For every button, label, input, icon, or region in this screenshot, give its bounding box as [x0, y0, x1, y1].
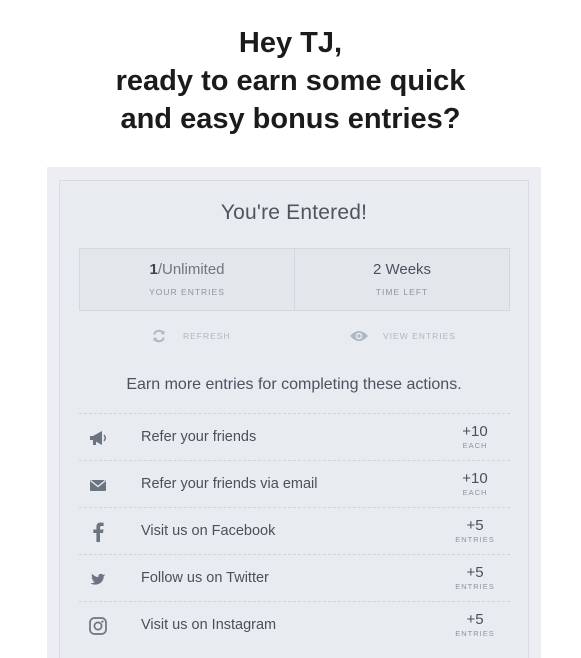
your-entries-stat: 1/Unlimited YOUR ENTRIES [80, 249, 294, 310]
points-value: +5 [466, 564, 484, 581]
entries-count: 1 [149, 261, 158, 278]
entries-limit: Unlimited [161, 261, 225, 278]
your-entries-label: YOUR ENTRIES [149, 287, 225, 297]
points-unit: ENTRIES [455, 582, 495, 591]
action-points: +10 EACH [452, 470, 498, 497]
view-entries-button[interactable]: VIEW ENTRIES [349, 326, 456, 346]
instagram-icon [87, 615, 109, 637]
twitter-icon [87, 568, 109, 590]
points-unit: EACH [462, 488, 488, 497]
eye-icon [349, 326, 369, 346]
points-unit: ENTRIES [455, 535, 495, 544]
refresh-button[interactable]: REFRESH [149, 326, 231, 346]
stats-panel: 1/Unlimited YOUR ENTRIES 2 Weeks TIME LE… [79, 248, 510, 311]
points-value: +10 [462, 470, 488, 487]
refresh-icon [149, 326, 169, 346]
action-label: Refer your friends via email [141, 476, 318, 492]
facebook-icon [87, 521, 109, 543]
time-left-value: 2 Weeks [372, 261, 432, 278]
points-unit: EACH [462, 441, 488, 450]
entered-title: You're Entered! [220, 201, 368, 224]
action-points: +5 ENTRIES [452, 611, 498, 638]
envelope-icon [87, 474, 109, 496]
widget-actions: REFRESH VIEW ENTRIES [60, 326, 528, 346]
greeting-line-1: Hey TJ, [238, 27, 343, 59]
entry-widget: You're Entered! 1/Unlimited YOUR ENTRIES… [59, 180, 529, 658]
action-label: Refer your friends [141, 429, 257, 445]
earn-title: Earn more entries for completing these a… [126, 376, 462, 393]
greeting-headline: Hey TJ, ready to earn some quick and eas… [0, 24, 581, 138]
action-points: +10 EACH [452, 423, 498, 450]
points-unit: ENTRIES [455, 629, 495, 638]
action-label: Visit us on Instagram [141, 617, 277, 633]
action-points: +5 ENTRIES [452, 517, 498, 544]
refresh-label: REFRESH [183, 331, 231, 341]
action-row-refer-email[interactable]: Refer your friends via email +10 EACH [79, 460, 510, 507]
greeting-line-3: and easy bonus entries? [120, 103, 461, 135]
action-label: Follow us on Twitter [141, 570, 269, 586]
points-value: +10 [462, 423, 488, 440]
points-value: +5 [466, 611, 484, 628]
action-label: Visit us on Facebook [141, 523, 276, 539]
time-left-stat: 2 Weeks TIME LEFT [294, 249, 509, 310]
time-left-label: TIME LEFT [375, 287, 429, 297]
megaphone-icon [87, 427, 109, 449]
action-points: +5 ENTRIES [452, 564, 498, 591]
greeting-line-2: ready to earn some quick [115, 65, 466, 97]
action-row-twitter[interactable]: Follow us on Twitter +5 ENTRIES [79, 554, 510, 601]
points-value: +5 [466, 517, 484, 534]
action-row-refer-friends[interactable]: Refer your friends +10 EACH [79, 413, 510, 460]
action-row-instagram[interactable]: Visit us on Instagram +5 ENTRIES [79, 601, 510, 648]
action-row-facebook[interactable]: Visit us on Facebook +5 ENTRIES [79, 507, 510, 554]
view-entries-label: VIEW ENTRIES [383, 331, 456, 341]
entries-value: 1/Unlimited [80, 261, 294, 278]
actions-list: Refer your friends +10 EACH Refer your f… [79, 413, 510, 648]
